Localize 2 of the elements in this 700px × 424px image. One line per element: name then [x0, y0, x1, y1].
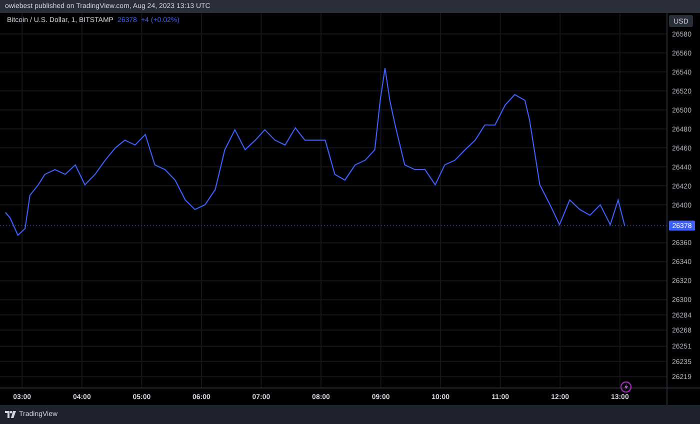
- lightning-icon[interactable]: [620, 381, 632, 393]
- logo-icon: [5, 411, 16, 418]
